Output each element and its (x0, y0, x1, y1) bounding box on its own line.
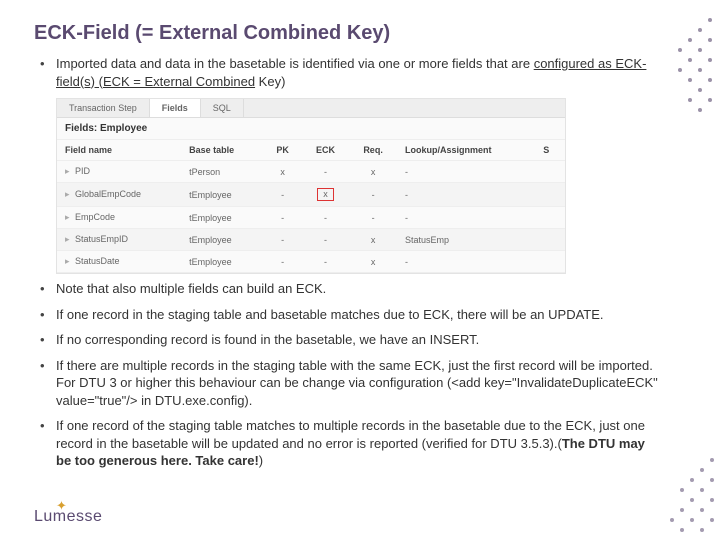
table-row: ▸PIDtPersonx-x- (57, 161, 565, 183)
bullet-item: Imported data and data in the basetable … (34, 55, 660, 90)
brand-logo: ✦ Lumesse (34, 508, 102, 526)
screenshot-heading: Fields: Employee (57, 118, 565, 140)
sparkle-icon: ✦ (56, 498, 67, 514)
bullet-item: If there are multiple records in the sta… (34, 357, 660, 410)
bullet-list: Imported data and data in the basetable … (34, 55, 660, 470)
bullet-item: If one record in the staging table and b… (34, 306, 660, 324)
table-row: ▸StatusEmpIDtEmployee--xStatusEmp (57, 229, 565, 251)
table-row: ▸StatusDatetEmployee--x- (57, 251, 565, 273)
fields-table: Field nameBase tablePKECKReq.Lookup/Assi… (57, 140, 565, 273)
table-row: ▸GlobalEmpCodetEmployee-x-- (57, 183, 565, 207)
screenshot-tab: Fields (150, 99, 201, 117)
eck-highlight: x (317, 188, 334, 201)
bullet-item: If no corresponding record is found in t… (34, 331, 660, 349)
bullet-item: If one record of the staging table match… (34, 417, 660, 470)
table-row: ▸EmpCodetEmployee---- (57, 207, 565, 229)
fields-screenshot: Transaction StepFieldsSQLFields: Employe… (56, 98, 566, 274)
slide-title: ECK-Field (= External Combined Key) (34, 22, 660, 45)
screenshot-tab: Transaction Step (57, 99, 150, 117)
screenshot-tab: SQL (201, 99, 244, 117)
bullet-item: Note that also multiple fields can build… (34, 280, 660, 298)
